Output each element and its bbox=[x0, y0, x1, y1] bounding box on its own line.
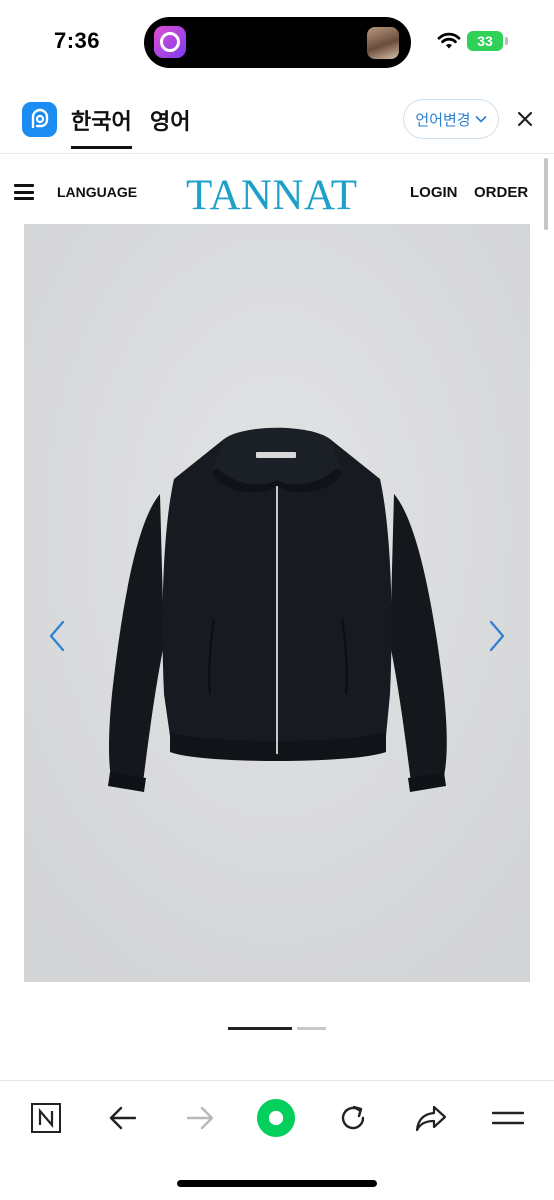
menu-icon[interactable] bbox=[488, 1098, 528, 1138]
language-link[interactable]: LANGUAGE bbox=[57, 184, 137, 200]
previous-image-arrow-icon[interactable] bbox=[46, 616, 68, 656]
home-indicator[interactable] bbox=[177, 1180, 377, 1187]
tab-english[interactable]: 영어 bbox=[150, 104, 190, 136]
status-bar: 7:36 33 bbox=[0, 0, 554, 84]
slide-indicator-inactive[interactable] bbox=[297, 1027, 326, 1030]
jacket-product-image bbox=[24, 224, 530, 982]
change-language-button[interactable]: 언어변경 bbox=[403, 99, 499, 139]
page-scrollbar[interactable] bbox=[544, 158, 548, 230]
battery-tip bbox=[505, 37, 508, 45]
close-icon[interactable] bbox=[514, 108, 536, 130]
login-link[interactable]: LOGIN bbox=[410, 184, 458, 201]
status-time: 7:36 bbox=[54, 28, 101, 53]
charging-battery-icon: 33 bbox=[467, 31, 503, 51]
n-home-icon[interactable] bbox=[26, 1098, 66, 1138]
papago-logo-icon[interactable] bbox=[22, 102, 57, 137]
site-header: LANGUAGE TANNAT LOGIN ORDER bbox=[0, 155, 554, 225]
site-logo[interactable]: TANNAT bbox=[186, 171, 358, 220]
slide-indicator-active[interactable] bbox=[228, 1027, 292, 1030]
back-arrow-icon[interactable] bbox=[103, 1098, 143, 1138]
music-thumbnail bbox=[367, 27, 399, 59]
forward-arrow-icon[interactable] bbox=[180, 1098, 220, 1138]
share-icon[interactable] bbox=[411, 1098, 451, 1138]
wifi-icon bbox=[437, 32, 461, 49]
product-image[interactable] bbox=[24, 224, 530, 982]
photo-editor-app-icon bbox=[154, 26, 186, 58]
battery-level: 33 bbox=[477, 33, 493, 49]
chevron-down-icon bbox=[475, 115, 487, 123]
tab-korean[interactable]: 한국어 bbox=[71, 104, 132, 149]
change-language-label: 언어변경 bbox=[415, 111, 471, 129]
translator-bar: 한국어 영어 언어변경 bbox=[0, 86, 554, 154]
green-dot-icon[interactable] bbox=[256, 1098, 296, 1138]
order-link[interactable]: ORDER bbox=[474, 184, 528, 201]
refresh-icon[interactable] bbox=[333, 1098, 373, 1138]
next-image-arrow-icon[interactable] bbox=[486, 616, 508, 656]
hamburger-menu-icon[interactable] bbox=[14, 184, 34, 200]
